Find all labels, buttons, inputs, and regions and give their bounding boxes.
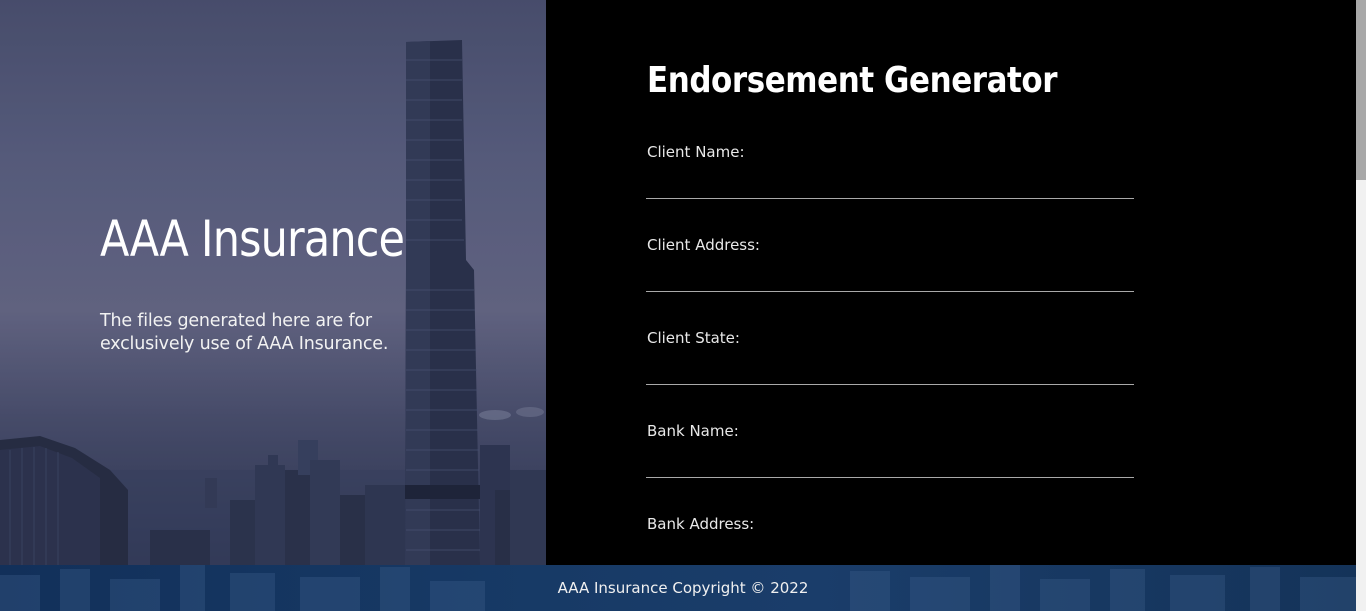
footer: AAA Insurance Copyright © 2022 (0, 565, 1356, 611)
form-title: Endorsement Generator (647, 60, 1058, 101)
copyright-text: AAA Insurance Copyright © 2022 (557, 579, 809, 597)
bank-name-input[interactable] (646, 448, 1134, 478)
city-skyline-image (0, 0, 546, 565)
page-scrollbar[interactable] (1356, 0, 1366, 611)
bank-address-field: Bank Address: (646, 515, 1134, 572)
client-address-input[interactable] (646, 262, 1134, 292)
client-name-input[interactable] (646, 169, 1134, 199)
client-state-field: Client State: (646, 329, 1134, 386)
bank-name-label: Bank Name: (647, 422, 739, 440)
bank-address-label: Bank Address: (647, 515, 755, 533)
client-state-label: Client State: (647, 329, 740, 347)
client-address-label: Client Address: (647, 236, 760, 254)
client-name-label: Client Name: (647, 143, 745, 161)
scrollbar-thumb[interactable] (1356, 0, 1366, 180)
client-address-field: Client Address: (646, 236, 1134, 293)
hero-subtitle: The files generated here are for exclusi… (100, 311, 389, 354)
form-panel: Endorsement Generator Client Name: Clien… (546, 0, 1356, 571)
client-name-field: Client Name: (646, 143, 1134, 200)
client-state-input[interactable] (646, 355, 1134, 385)
hero-title: AAA Insurance (100, 210, 405, 268)
bank-name-field: Bank Name: (646, 422, 1134, 479)
hero-section: AAA Insurance The files generated here a… (0, 0, 546, 565)
